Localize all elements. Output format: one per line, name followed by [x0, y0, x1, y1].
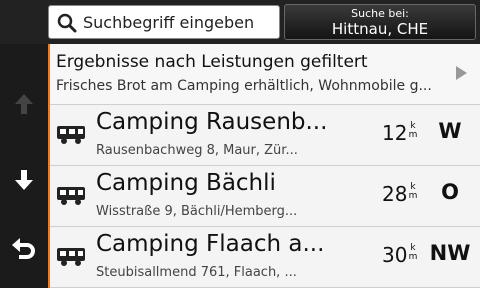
scroll-down-icon: [15, 170, 33, 190]
filter-title: Ergebnisse nach Leistungen gefiltert: [56, 52, 368, 72]
result-distance: 12: [382, 121, 408, 145]
result-direction: O: [441, 180, 459, 204]
rv-icon: [57, 126, 85, 144]
back-icon: [12, 238, 35, 259]
back-button[interactable]: [6, 232, 42, 268]
results-list: Ergebnisse nach Leistungen gefiltert Fri…: [48, 44, 480, 288]
search-icon: [57, 13, 77, 33]
result-address: Steubisallmend 761, Flaach, ...: [96, 265, 297, 280]
result-row[interactable]: Camping Flaach a... Steubisallmend 761, …: [50, 227, 480, 288]
result-name: Camping Flaach a...: [96, 231, 325, 257]
result-distance: 30: [382, 243, 408, 267]
distance-unit: km: [408, 121, 418, 140]
search-box[interactable]: [48, 5, 280, 39]
scroll-up-button[interactable]: [6, 86, 42, 122]
result-address: Wisstraße 9, Bächli/Hemberg...: [96, 204, 298, 219]
filter-row[interactable]: Ergebnisse nach Leistungen gefiltert Fri…: [50, 44, 480, 105]
result-row[interactable]: Camping Bächli Wisstraße 9, Bächli/Hembe…: [50, 166, 480, 227]
search-near-label: Suche bei:: [351, 7, 409, 20]
sidebar: [0, 44, 48, 288]
rv-icon: [57, 187, 85, 205]
rv-icon: [57, 248, 85, 266]
search-input[interactable]: [83, 9, 273, 35]
result-direction: NW: [429, 241, 471, 265]
result-direction: W: [438, 119, 462, 143]
distance-unit: km: [408, 182, 418, 201]
filter-subtitle: Frisches Brot am Camping erhältlich, Woh…: [56, 78, 432, 94]
result-name: Camping Bächli: [96, 170, 276, 196]
chevron-right-icon: [456, 66, 467, 80]
search-near-button[interactable]: Suche bei: Hittnau, CHE: [284, 4, 476, 40]
result-distance: 28: [382, 182, 408, 206]
scroll-down-button[interactable]: [6, 162, 42, 198]
scroll-up-icon: [15, 94, 33, 114]
search-near-location: Hittnau, CHE: [331, 20, 429, 38]
top-bar: Suche bei: Hittnau, CHE: [0, 0, 480, 44]
result-address: Rausenbachweg 8, Maur, Zür...: [96, 143, 298, 158]
result-name: Camping Rausenb...: [96, 109, 328, 135]
result-row[interactable]: Camping Rausenb... Rausenbachweg 8, Maur…: [50, 105, 480, 166]
distance-unit: km: [408, 243, 418, 262]
